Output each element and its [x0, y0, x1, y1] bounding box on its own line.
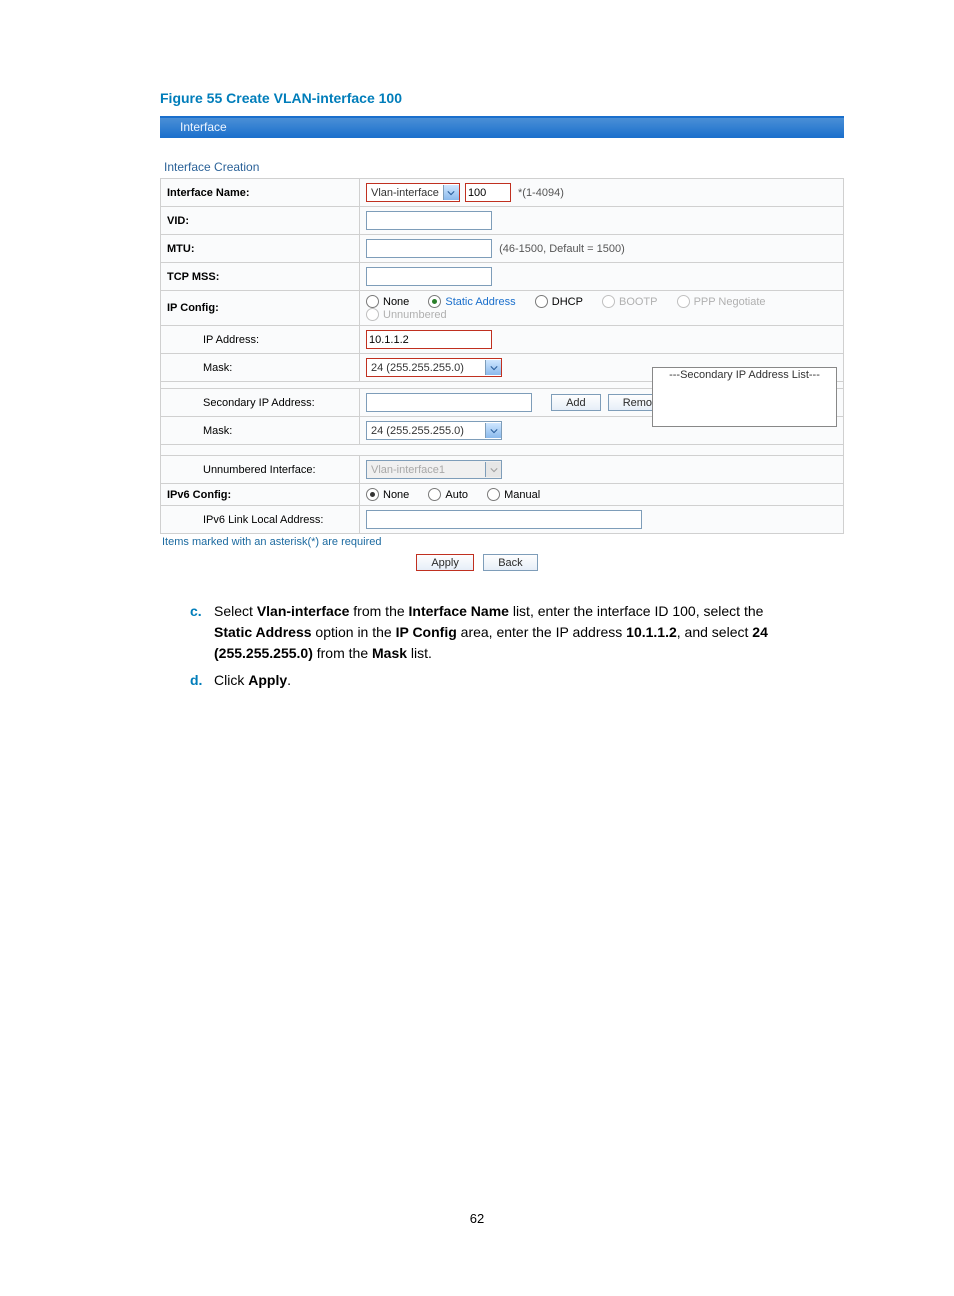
chevron-down-icon[interactable]	[485, 423, 501, 438]
chevron-down-icon[interactable]	[443, 185, 459, 200]
radio-none[interactable]: None	[366, 295, 409, 308]
row-ipv6-config: IPv6 Config: None Auto Manual	[161, 484, 844, 506]
apply-button[interactable]: Apply	[416, 554, 474, 571]
form-table: Interface Name: Vlan-interface *(1-4094)…	[160, 178, 844, 534]
row-secondary-ip: Secondary IP Address: Add Remove ---Seco…	[161, 389, 844, 417]
ipv6-link-input[interactable]	[366, 510, 642, 529]
cell-secondary-ip: Add Remove ---Secondary IP Address List-…	[360, 389, 844, 417]
secondary-ip-input[interactable]	[366, 393, 532, 412]
radio-dhcp[interactable]: DHCP	[535, 295, 583, 308]
cell-unnumbered-if: Vlan-interface1	[360, 456, 844, 484]
step-d-letter: d.	[190, 670, 214, 691]
chevron-down-icon[interactable]	[485, 360, 501, 375]
row-vid: VID:	[161, 207, 844, 235]
cell-ip-config: None Static Address DHCP BOOTP PPP Negot…	[360, 291, 844, 326]
interface-panel: Interface Interface Creation Interface N…	[160, 116, 844, 534]
figure-title: Figure 55 Create VLAN-interface 100	[160, 90, 854, 106]
cell-tcp-mss	[360, 263, 844, 291]
label-ip-config: IP Config:	[161, 291, 360, 326]
add-button[interactable]: Add	[551, 394, 601, 411]
label-secondary-mask: Mask:	[161, 417, 360, 445]
label-ip-address: IP Address:	[161, 326, 360, 354]
tab-bar: Interface	[160, 118, 844, 138]
section-title: Interface Creation	[164, 160, 844, 174]
secondary-ip-list-header: ---Secondary IP Address List---	[669, 369, 820, 381]
row-ipv6-link: IPv6 Link Local Address:	[161, 506, 844, 534]
label-unnumbered-if: Unnumbered Interface:	[161, 456, 360, 484]
radio-ppp: PPP Negotiate	[677, 295, 766, 308]
label-vid: VID:	[161, 207, 360, 235]
step-d: d. Click Apply.	[190, 670, 794, 691]
button-row: Apply Back	[100, 554, 854, 571]
unnumbered-if-select: Vlan-interface1	[366, 460, 502, 479]
label-secondary-ip: Secondary IP Address:	[161, 389, 360, 417]
label-interface-name: Interface Name:	[161, 179, 360, 207]
cell-ipv6-link	[360, 506, 844, 534]
row-ip-config: IP Config: None Static Address DHCP BOOT…	[161, 291, 844, 326]
secondary-ip-list[interactable]: ---Secondary IP Address List---	[652, 367, 837, 427]
step-d-text: Click Apply.	[214, 670, 291, 691]
row-tcp-mss: TCP MSS:	[161, 263, 844, 291]
row-interface-name: Interface Name: Vlan-interface *(1-4094)	[161, 179, 844, 207]
secondary-mask-select[interactable]: 24 (255.255.255.0)	[366, 421, 502, 440]
row-ip-address: IP Address:	[161, 326, 844, 354]
radio-ipv6-manual[interactable]: Manual	[487, 488, 540, 501]
interface-name-select[interactable]: Vlan-interface	[366, 183, 460, 202]
page-number: 62	[100, 1211, 854, 1226]
mtu-input[interactable]	[366, 239, 492, 258]
step-c-text: Select Vlan-interface from the Interface…	[214, 601, 794, 664]
radio-unnumbered: Unnumbered	[366, 308, 447, 321]
radio-ipv6-auto[interactable]: Auto	[428, 488, 468, 501]
radio-static[interactable]: Static Address	[428, 295, 515, 308]
back-button[interactable]: Back	[483, 554, 537, 571]
row-mtu: MTU: (46-1500, Default = 1500)	[161, 235, 844, 263]
cell-interface-name: Vlan-interface *(1-4094)	[360, 179, 844, 207]
chevron-down-icon	[485, 462, 501, 477]
step-c: c. Select Vlan-interface from the Interf…	[190, 601, 794, 664]
label-mtu: MTU:	[161, 235, 360, 263]
mtu-hint: (46-1500, Default = 1500)	[499, 243, 625, 255]
tcp-mss-input[interactable]	[366, 267, 492, 286]
radio-bootp: BOOTP	[602, 295, 658, 308]
interface-id-hint: *(1-4094)	[518, 187, 564, 199]
mask-select[interactable]: 24 (255.255.255.0)	[366, 358, 502, 377]
unnumbered-if-select-text: Vlan-interface1	[367, 464, 485, 476]
interface-name-select-text: Vlan-interface	[367, 187, 443, 199]
cell-ipv6-config: None Auto Manual	[360, 484, 844, 506]
row-spacer2	[161, 445, 844, 456]
ip-address-input[interactable]	[366, 330, 492, 349]
interface-id-input[interactable]	[465, 183, 511, 202]
label-ipv6-link: IPv6 Link Local Address:	[161, 506, 360, 534]
label-mask: Mask:	[161, 354, 360, 382]
vid-input[interactable]	[366, 211, 492, 230]
radio-ipv6-none[interactable]: None	[366, 488, 409, 501]
cell-vid	[360, 207, 844, 235]
instructions: c. Select Vlan-interface from the Interf…	[190, 601, 794, 691]
label-ipv6-config: IPv6 Config:	[161, 484, 360, 506]
row-unnumbered-if: Unnumbered Interface: Vlan-interface1	[161, 456, 844, 484]
required-footnote: Items marked with an asterisk(*) are req…	[162, 536, 854, 548]
cell-mtu: (46-1500, Default = 1500)	[360, 235, 844, 263]
label-tcp-mss: TCP MSS:	[161, 263, 360, 291]
mask-select-text: 24 (255.255.255.0)	[367, 362, 485, 374]
tab-interface[interactable]: Interface	[160, 118, 247, 136]
step-c-letter: c.	[190, 601, 214, 664]
cell-ip-address	[360, 326, 844, 354]
secondary-mask-select-text: 24 (255.255.255.0)	[367, 425, 485, 437]
